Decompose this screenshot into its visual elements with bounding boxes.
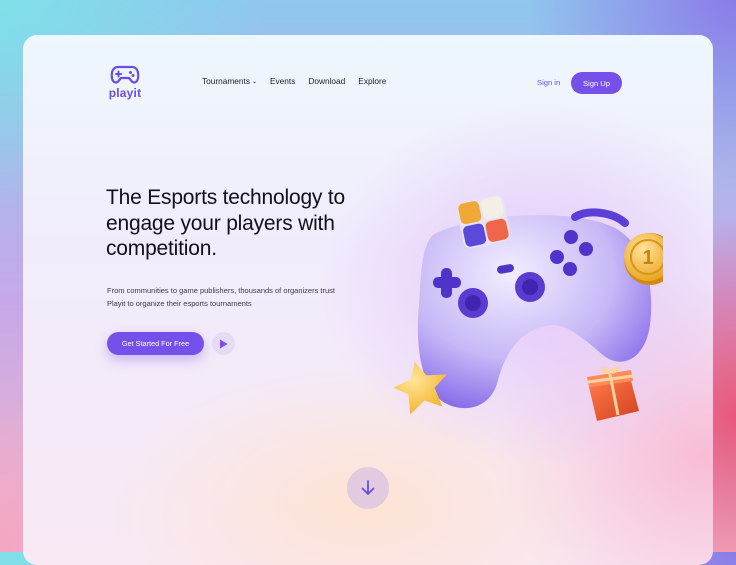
nav-item-label: Download xyxy=(308,76,346,86)
gamepad-icon xyxy=(110,65,140,84)
hero-subtext: From communities to game publishers, tho… xyxy=(107,286,336,308)
scroll-down-button[interactable] xyxy=(347,467,389,509)
play-icon xyxy=(220,339,228,348)
main-nav: Tournaments ⌄ Events Download Explore xyxy=(202,76,386,86)
arrow-down-icon xyxy=(361,480,375,495)
hero-headline: The Esports technology to engage your pl… xyxy=(106,186,345,260)
nav-item-events[interactable]: Events xyxy=(270,76,295,86)
chevron-down-icon: ⌄ xyxy=(251,78,257,85)
nav-item-explore[interactable]: Explore xyxy=(358,76,386,86)
gift-box-icon xyxy=(587,366,639,421)
sign-up-button[interactable]: Sign Up xyxy=(571,72,622,94)
get-started-button[interactable]: Get Started For Free xyxy=(107,332,204,355)
nav-item-label: Events xyxy=(270,76,296,86)
coin-label: 1 xyxy=(642,247,653,269)
cube-icon xyxy=(456,194,511,249)
nav-item-download[interactable]: Download xyxy=(308,76,345,86)
sign-in-link[interactable]: Sign in xyxy=(537,78,560,87)
logo[interactable]: playit xyxy=(105,65,145,100)
nav-item-label: Explore xyxy=(358,76,387,86)
nav-item-label: Tournaments xyxy=(202,76,250,86)
nav-item-tournaments[interactable]: Tournaments ⌄ xyxy=(202,76,257,86)
play-video-button[interactable] xyxy=(212,332,235,355)
logo-text: playit xyxy=(108,86,142,100)
gamepad-illustration: 1 xyxy=(393,194,663,421)
hero-card: playit Tournaments ⌄ Events Download Exp… xyxy=(23,35,713,565)
